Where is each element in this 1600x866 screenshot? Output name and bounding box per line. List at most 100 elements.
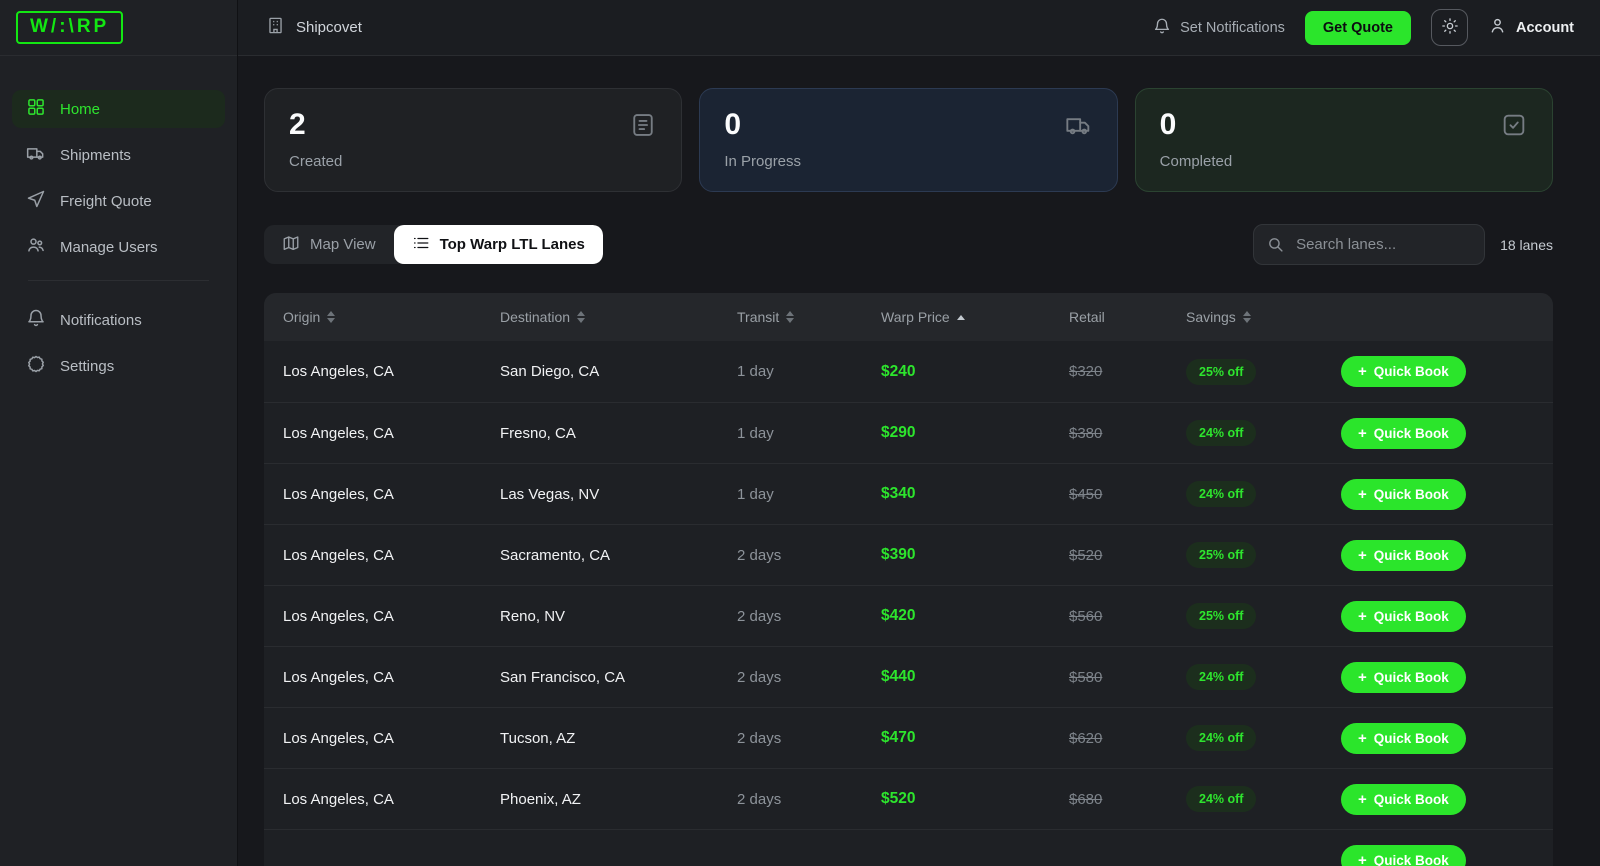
sidebar-item-label: Manage Users	[60, 239, 158, 256]
quick-book-button[interactable]: + Quick Book	[1341, 540, 1466, 571]
stat-label: Created	[289, 153, 657, 170]
quick-book-button[interactable]: + Quick Book	[1341, 723, 1466, 754]
sidebar-nav: Home Shipments Freight Quote Manage User…	[0, 78, 237, 393]
set-notifications-button[interactable]: Set Notifications	[1153, 17, 1285, 39]
savings-badge: 24% off	[1186, 786, 1256, 812]
table-row: Los Angeles, CA Reno, NV 2 days $420 $56…	[264, 585, 1553, 646]
quick-book-button[interactable]: + Quick Book	[1341, 356, 1466, 387]
map-icon	[282, 234, 300, 256]
table-row: Los Angeles, CA Las Vegas, NV 1 day $340…	[264, 463, 1553, 524]
sidebar-item-home[interactable]: Home	[12, 90, 225, 128]
destination-cell: Tucson, AZ	[500, 730, 737, 747]
column-header-savings[interactable]: Savings	[1186, 309, 1341, 325]
quick-book-label: Quick Book	[1374, 426, 1449, 441]
column-header-warp-price[interactable]: Warp Price	[881, 309, 1069, 325]
retail-cell: $680	[1069, 791, 1186, 808]
sort-icon	[1243, 311, 1251, 323]
plus-icon: +	[1358, 853, 1367, 866]
set-notifications-label: Set Notifications	[1180, 20, 1285, 36]
quick-book-button[interactable]: + Quick Book	[1341, 784, 1466, 815]
sidebar-item-label: Freight Quote	[60, 193, 152, 210]
column-header-destination[interactable]: Destination	[500, 309, 737, 325]
sidebar-item-label: Home	[60, 101, 100, 118]
controls-row: Map View Top Warp LTL Lanes 18 lanes	[264, 224, 1553, 265]
lanes-count: 18 lanes	[1500, 237, 1553, 253]
origin-cell: Los Angeles, CA	[283, 791, 500, 808]
user-icon	[1488, 16, 1507, 39]
stat-card-created: 2 Created	[264, 88, 682, 192]
plus-icon: +	[1358, 364, 1367, 379]
transit-cell: 1 day	[737, 425, 881, 442]
sort-asc-icon	[957, 315, 965, 320]
warp-price-cell: $440	[881, 668, 1069, 686]
warp-price-cell: $420	[881, 607, 1069, 625]
map-view-tab[interactable]: Map View	[264, 225, 394, 264]
account-label: Account	[1516, 20, 1574, 36]
lanes-view-tab[interactable]: Top Warp LTL Lanes	[394, 225, 603, 264]
destination-cell: Sacramento, CA	[500, 547, 737, 564]
quick-book-button[interactable]: + Quick Book	[1341, 845, 1466, 866]
origin-cell: Los Angeles, CA	[283, 363, 500, 380]
sidebar-item-notifications[interactable]: Notifications	[12, 301, 225, 339]
quick-book-label: Quick Book	[1374, 792, 1449, 807]
sidebar-item-freight-quote[interactable]: Freight Quote	[12, 182, 225, 220]
plus-icon: +	[1358, 609, 1367, 624]
theme-toggle-button[interactable]	[1431, 9, 1468, 46]
destination-cell: Las Vegas, NV	[500, 486, 737, 503]
warp-price-cell: $240	[881, 363, 1069, 381]
sidebar-item-settings[interactable]: Settings	[12, 347, 225, 385]
users-icon	[26, 235, 46, 259]
quick-book-button[interactable]: + Quick Book	[1341, 479, 1466, 510]
topbar-actions: Set Notifications Get Quote Account	[1153, 9, 1574, 46]
warp-price-cell: $340	[881, 485, 1069, 503]
view-toggle: Map View Top Warp LTL Lanes	[264, 225, 603, 264]
send-icon	[26, 189, 46, 213]
savings-badge: 25% off	[1186, 542, 1256, 568]
truck-icon	[26, 143, 46, 167]
column-header-retail[interactable]: Retail	[1069, 309, 1186, 325]
gear-icon	[26, 354, 46, 378]
plus-icon: +	[1358, 670, 1367, 685]
sidebar-item-manage-users[interactable]: Manage Users	[12, 228, 225, 266]
sidebar-item-shipments[interactable]: Shipments	[12, 136, 225, 174]
lanes-table: Origin Destination Transit Warp Price	[264, 293, 1553, 866]
warp-price-cell: $470	[881, 729, 1069, 747]
sidebar-item-label: Notifications	[60, 312, 142, 329]
table-header: Origin Destination Transit Warp Price	[264, 293, 1553, 341]
destination-cell: San Francisco, CA	[500, 669, 737, 686]
destination-cell: San Diego, CA	[500, 363, 737, 380]
search-lanes-input[interactable]	[1253, 224, 1485, 265]
origin-cell: Los Angeles, CA	[283, 669, 500, 686]
sidebar-divider	[28, 280, 209, 281]
transit-cell: 2 days	[737, 547, 881, 564]
account-menu[interactable]: Account	[1488, 16, 1574, 39]
get-quote-button[interactable]: Get Quote	[1305, 11, 1411, 45]
warp-logo[interactable]: W/:\RP	[16, 11, 123, 44]
warp-price-cell: $390	[881, 546, 1069, 564]
quick-book-button[interactable]: + Quick Book	[1341, 601, 1466, 632]
plus-icon: +	[1358, 731, 1367, 746]
column-header-origin[interactable]: Origin	[283, 309, 500, 325]
origin-cell: Los Angeles, CA	[283, 608, 500, 625]
column-header-transit[interactable]: Transit	[737, 309, 881, 325]
retail-cell: $560	[1069, 608, 1186, 625]
destination-cell: Phoenix, AZ	[500, 791, 737, 808]
company-switcher[interactable]: Shipcovet	[266, 16, 362, 39]
stat-card-completed: 0 Completed	[1135, 88, 1553, 192]
list-icon	[412, 234, 430, 256]
table-row: Los Angeles, CA Tucson, AZ 2 days $470 $…	[264, 707, 1553, 768]
destination-cell: Fresno, CA	[500, 425, 737, 442]
quick-book-button[interactable]: + Quick Book	[1341, 418, 1466, 449]
quick-book-button[interactable]: + Quick Book	[1341, 662, 1466, 693]
quick-book-label: Quick Book	[1374, 609, 1449, 624]
grid-icon	[26, 97, 46, 121]
destination-cell: Reno, NV	[500, 608, 737, 625]
document-icon	[629, 111, 657, 144]
stats-row: 2 Created 0 In Progress 0 Completed	[264, 88, 1553, 192]
topbar: Shipcovet Set Notifications Get Quote Ac…	[238, 0, 1600, 56]
quick-book-label: Quick Book	[1374, 670, 1449, 685]
search-box	[1253, 224, 1485, 265]
app-root: W/:\RP Home Shipments Freight Quote Mana…	[0, 0, 1600, 866]
controls-right: 18 lanes	[1253, 224, 1553, 265]
sort-icon	[327, 311, 335, 323]
